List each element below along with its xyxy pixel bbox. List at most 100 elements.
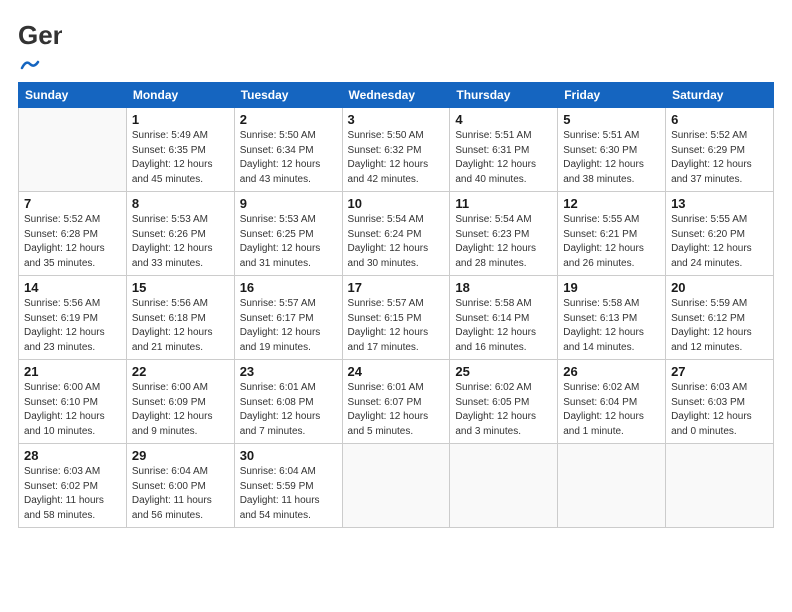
day-number: 23: [240, 364, 337, 379]
day-info: Sunrise: 6:00 AMSunset: 6:10 PMDaylight:…: [24, 381, 121, 439]
day-number: 18: [455, 280, 552, 295]
day-info: Sunrise: 5:54 AMSunset: 6:24 PMDaylight:…: [348, 213, 445, 271]
day-info: Sunrise: 5:49 AMSunset: 6:35 PMDaylight:…: [132, 129, 229, 187]
table-row: 25 Sunrise: 6:02 AMSunset: 6:05 PMDayligh…: [450, 360, 558, 444]
day-number: 19: [563, 280, 660, 295]
table-row: 21 Sunrise: 6:00 AMSunset: 6:10 PMDayligh…: [19, 360, 127, 444]
table-row: 28 Sunrise: 6:03 AMSunset: 6:02 PMDayligh…: [19, 444, 127, 528]
weekday-header-row: SundayMondayTuesdayWednesdayThursdayFrid…: [19, 83, 774, 108]
table-row: 15 Sunrise: 5:56 AMSunset: 6:18 PMDayligh…: [126, 276, 234, 360]
day-number: 6: [671, 112, 768, 127]
logo-icon: General: [18, 18, 62, 56]
table-row: 27 Sunrise: 6:03 AMSunset: 6:03 PMDayligh…: [666, 360, 774, 444]
day-info: Sunrise: 5:50 AMSunset: 6:34 PMDaylight:…: [240, 129, 337, 187]
table-row: 16 Sunrise: 5:57 AMSunset: 6:17 PMDayligh…: [234, 276, 342, 360]
day-number: 16: [240, 280, 337, 295]
day-info: Sunrise: 6:02 AMSunset: 6:04 PMDaylight:…: [563, 381, 660, 439]
day-number: 27: [671, 364, 768, 379]
day-info: Sunrise: 5:57 AMSunset: 6:15 PMDaylight:…: [348, 297, 445, 355]
table-row: 1 Sunrise: 5:49 AMSunset: 6:35 PMDaylight…: [126, 108, 234, 192]
weekday-header-sunday: Sunday: [19, 83, 127, 108]
day-info: Sunrise: 5:55 AMSunset: 6:21 PMDaylight:…: [563, 213, 660, 271]
svg-text:General: General: [18, 20, 62, 50]
day-number: 25: [455, 364, 552, 379]
day-info: Sunrise: 6:00 AMSunset: 6:09 PMDaylight:…: [132, 381, 229, 439]
table-row: 23 Sunrise: 6:01 AMSunset: 6:08 PMDayligh…: [234, 360, 342, 444]
logo-swoosh: [20, 58, 40, 72]
day-info: Sunrise: 5:53 AMSunset: 6:25 PMDaylight:…: [240, 213, 337, 271]
day-info: Sunrise: 6:01 AMSunset: 6:07 PMDaylight:…: [348, 381, 445, 439]
day-number: 26: [563, 364, 660, 379]
day-info: Sunrise: 5:57 AMSunset: 6:17 PMDaylight:…: [240, 297, 337, 355]
day-number: 10: [348, 196, 445, 211]
day-info: Sunrise: 5:51 AMSunset: 6:30 PMDaylight:…: [563, 129, 660, 187]
day-number: 17: [348, 280, 445, 295]
day-number: 2: [240, 112, 337, 127]
table-row: 8Sunrise: 5:53 AMSunset: 6:26 PMDaylight…: [126, 192, 234, 276]
page: General SundayMondayTuesdayWednesdayThur…: [0, 0, 792, 612]
day-number: 20: [671, 280, 768, 295]
day-number: 1: [132, 112, 229, 127]
day-info: Sunrise: 5:58 AMSunset: 6:13 PMDaylight:…: [563, 297, 660, 355]
day-number: 15: [132, 280, 229, 295]
day-info: Sunrise: 5:52 AMSunset: 6:29 PMDaylight:…: [671, 129, 768, 187]
day-number: 11: [455, 196, 552, 211]
day-info: Sunrise: 6:04 AMSunset: 5:59 PMDaylight:…: [240, 465, 337, 523]
day-info: Sunrise: 5:58 AMSunset: 6:14 PMDaylight:…: [455, 297, 552, 355]
day-number: 28: [24, 448, 121, 463]
table-row: 14Sunrise: 5:56 AMSunset: 6:19 PMDayligh…: [19, 276, 127, 360]
table-row: 18 Sunrise: 5:58 AMSunset: 6:14 PMDayligh…: [450, 276, 558, 360]
day-number: 13: [671, 196, 768, 211]
day-number: 21: [24, 364, 121, 379]
day-number: 4: [455, 112, 552, 127]
table-row: 5 Sunrise: 5:51 AMSunset: 6:30 PMDaylight…: [558, 108, 666, 192]
day-info: Sunrise: 5:51 AMSunset: 6:31 PMDaylight:…: [455, 129, 552, 187]
day-info: Sunrise: 5:52 AMSunset: 6:28 PMDaylight:…: [24, 213, 121, 271]
weekday-header-thursday: Thursday: [450, 83, 558, 108]
table-row: [342, 444, 450, 528]
day-info: Sunrise: 6:01 AMSunset: 6:08 PMDaylight:…: [240, 381, 337, 439]
table-row: 22 Sunrise: 6:00 AMSunset: 6:09 PMDayligh…: [126, 360, 234, 444]
table-row: 30 Sunrise: 6:04 AMSunset: 5:59 PMDayligh…: [234, 444, 342, 528]
day-number: 22: [132, 364, 229, 379]
day-number: 9: [240, 196, 337, 211]
day-number: 3: [348, 112, 445, 127]
day-info: Sunrise: 6:03 AMSunset: 6:03 PMDaylight:…: [671, 381, 768, 439]
table-row: 12Sunrise: 5:55 AMSunset: 6:21 PMDayligh…: [558, 192, 666, 276]
table-row: 6 Sunrise: 5:52 AMSunset: 6:29 PMDaylight…: [666, 108, 774, 192]
table-row: [19, 108, 127, 192]
table-row: 20 Sunrise: 5:59 AMSunset: 6:12 PMDayligh…: [666, 276, 774, 360]
day-number: 5: [563, 112, 660, 127]
table-row: 13 Sunrise: 5:55 AMSunset: 6:20 PMDayligh…: [666, 192, 774, 276]
day-info: Sunrise: 6:02 AMSunset: 6:05 PMDaylight:…: [455, 381, 552, 439]
table-row: 9 Sunrise: 5:53 AMSunset: 6:25 PMDaylight…: [234, 192, 342, 276]
day-number: 14: [24, 280, 121, 295]
day-info: Sunrise: 5:50 AMSunset: 6:32 PMDaylight:…: [348, 129, 445, 187]
table-row: 2 Sunrise: 5:50 AMSunset: 6:34 PMDaylight…: [234, 108, 342, 192]
table-row: 19 Sunrise: 5:58 AMSunset: 6:13 PMDayligh…: [558, 276, 666, 360]
table-row: [558, 444, 666, 528]
header: General: [18, 18, 774, 72]
day-info: Sunrise: 6:04 AMSunset: 6:00 PMDaylight:…: [132, 465, 229, 523]
day-info: Sunrise: 5:55 AMSunset: 6:20 PMDaylight:…: [671, 213, 768, 271]
table-row: 24 Sunrise: 6:01 AMSunset: 6:07 PMDayligh…: [342, 360, 450, 444]
day-number: 30: [240, 448, 337, 463]
day-info: Sunrise: 5:56 AMSunset: 6:18 PMDaylight:…: [132, 297, 229, 355]
day-number: 24: [348, 364, 445, 379]
table-row: 4 Sunrise: 5:51 AMSunset: 6:31 PMDaylight…: [450, 108, 558, 192]
day-info: Sunrise: 5:53 AMSunset: 6:26 PMDaylight:…: [132, 213, 229, 271]
weekday-header-monday: Monday: [126, 83, 234, 108]
weekday-header-wednesday: Wednesday: [342, 83, 450, 108]
table-row: 17 Sunrise: 5:57 AMSunset: 6:15 PMDayligh…: [342, 276, 450, 360]
logo: General: [18, 18, 62, 72]
table-row: 7 Sunrise: 5:52 AMSunset: 6:28 PMDaylight…: [19, 192, 127, 276]
day-number: 7: [24, 196, 121, 211]
weekday-header-friday: Friday: [558, 83, 666, 108]
day-number: 29: [132, 448, 229, 463]
table-row: 29 Sunrise: 6:04 AMSunset: 6:00 PMDayligh…: [126, 444, 234, 528]
day-info: Sunrise: 6:03 AMSunset: 6:02 PMDaylight:…: [24, 465, 121, 523]
table-row: [666, 444, 774, 528]
table-row: 26 Sunrise: 6:02 AMSunset: 6:04 PMDayligh…: [558, 360, 666, 444]
day-info: Sunrise: 5:59 AMSunset: 6:12 PMDaylight:…: [671, 297, 768, 355]
table-row: 10 Sunrise: 5:54 AMSunset: 6:24 PMDayligh…: [342, 192, 450, 276]
